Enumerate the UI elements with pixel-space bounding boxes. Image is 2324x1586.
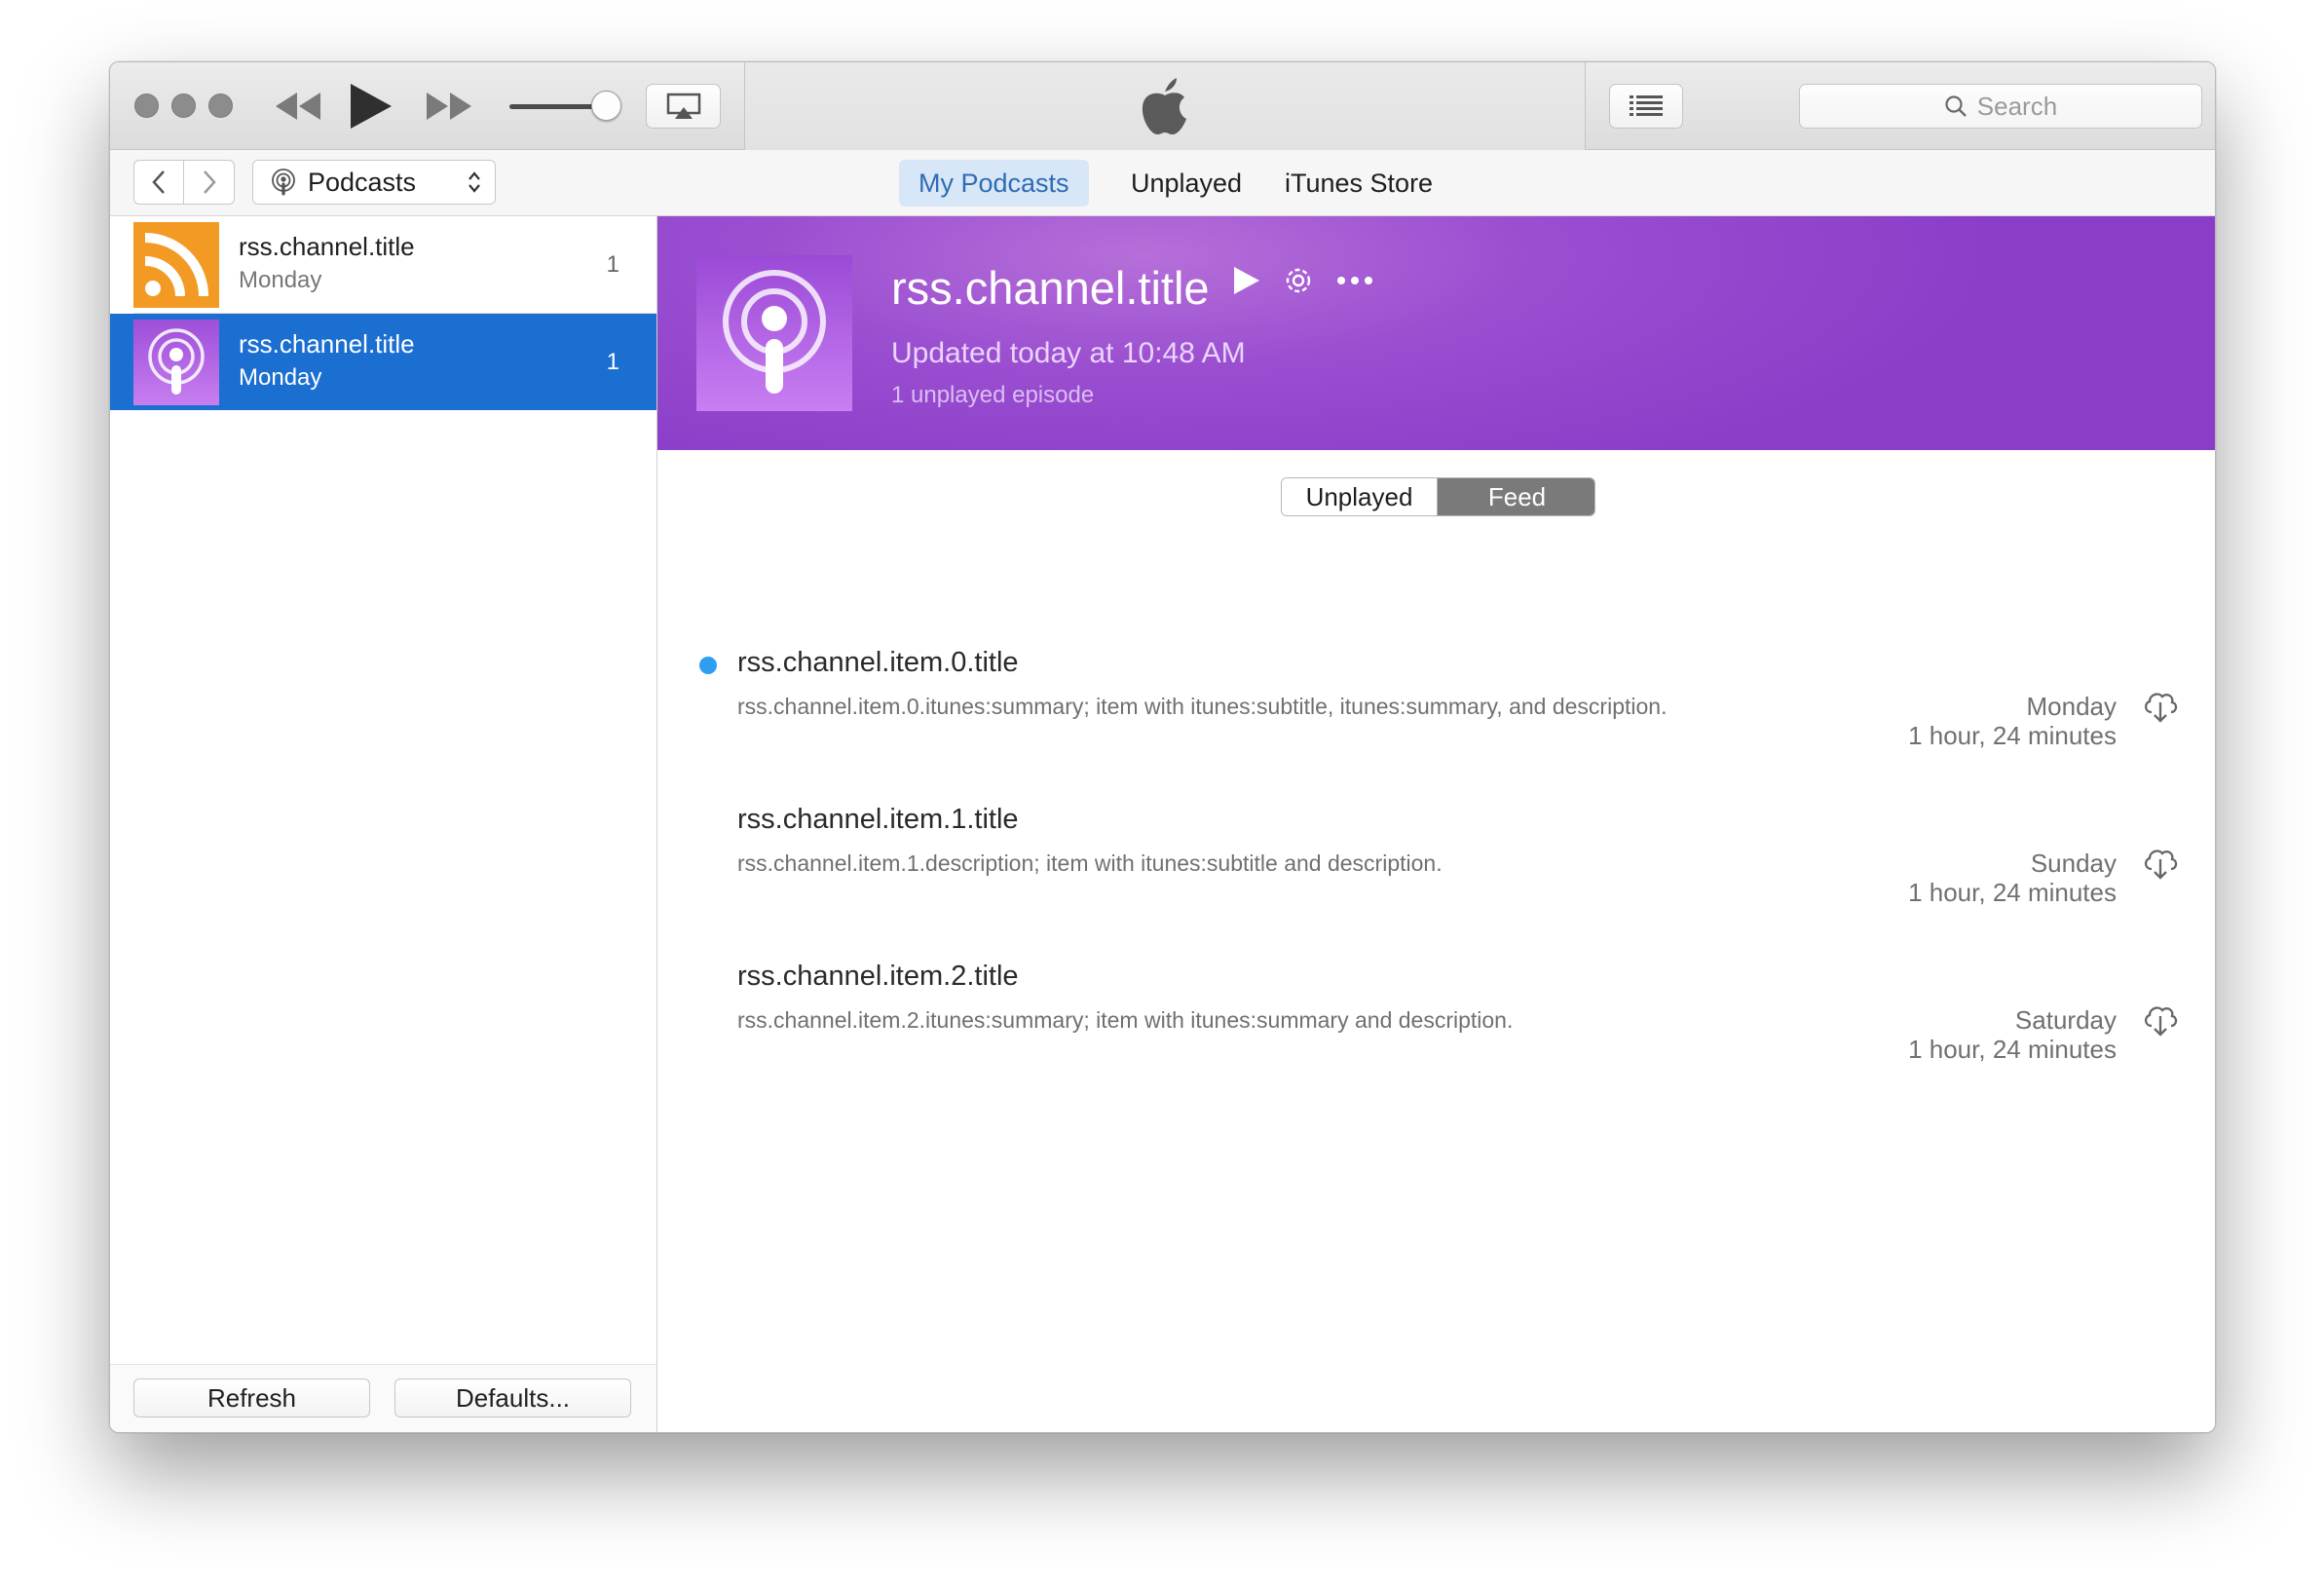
volume-slider-track[interactable]	[509, 104, 597, 109]
podcast-title: rss.channel.title	[239, 232, 415, 261]
rewind-icon	[276, 93, 320, 120]
podcast-title: rss.channel.title	[239, 329, 415, 359]
navigation-bar: Podcasts My Podcasts Unplayed iTunes Sto…	[110, 150, 2215, 216]
podcast-date: Monday	[239, 267, 322, 293]
podcast-list-item[interactable]: rss.channel.title Monday 1	[110, 216, 656, 314]
toggle-unplayed[interactable]: Unplayed	[1282, 478, 1438, 515]
airplay-button[interactable]	[646, 84, 721, 129]
download-button[interactable]	[2141, 686, 2180, 730]
cloud-download-icon	[2144, 850, 2178, 880]
more-icon[interactable]	[1335, 275, 1374, 286]
podcast-unplayed-count: 1	[606, 349, 619, 375]
unplayed-dot	[699, 657, 717, 674]
podcast-unplayed-text: 1 unplayed episode	[891, 382, 1095, 408]
download-button[interactable]	[2141, 1000, 2180, 1043]
episode-date: Saturday	[2014, 1005, 2117, 1035]
episode-description: rss.channel.item.2.itunes:summary; item …	[737, 1007, 1514, 1033]
toggle-feed[interactable]: Feed	[1438, 478, 1594, 515]
search-icon	[1945, 95, 1967, 117]
volume-slider-knob[interactable]	[591, 91, 621, 121]
cloud-download-icon	[2144, 693, 2178, 723]
episode-description: rss.channel.item.1.description; item wit…	[737, 850, 1443, 876]
itunes-window: Search Podcasts My Podcasts Unplayed iTu…	[109, 61, 2216, 1433]
status-display	[744, 62, 1586, 150]
gear-icon[interactable]	[1281, 263, 1316, 298]
view-toggle: Unplayed Feed	[1281, 477, 1595, 516]
search-field[interactable]: Search	[1799, 84, 2202, 129]
defaults-button[interactable]: Defaults...	[394, 1378, 631, 1417]
episode-date: Monday	[2026, 692, 2118, 721]
minimize-window-button[interactable]	[171, 94, 196, 118]
podcast-icon	[133, 320, 219, 405]
airplay-icon	[666, 93, 700, 119]
podcast-header-controls	[1232, 263, 1374, 298]
podcast-unplayed-count: 1	[606, 251, 619, 278]
podcast-header-banner: rss.channel.title Updated today at 10:48…	[657, 216, 2215, 450]
podcast-date: Monday	[239, 364, 322, 391]
podcasts-icon	[272, 169, 295, 196]
rewind-button[interactable]	[274, 89, 322, 129]
sidebar-footer: Refresh Defaults...	[110, 1364, 656, 1432]
episode-row[interactable]: rss.channel.item.2.title rss.channel.ite…	[657, 949, 2215, 1085]
episode-duration: 1 hour, 24 minutes	[1908, 878, 2117, 907]
fast-forward-button[interactable]	[425, 89, 473, 129]
media-kind-select[interactable]: Podcasts	[252, 160, 496, 205]
forward-button[interactable]	[184, 160, 235, 205]
play-button[interactable]	[349, 82, 394, 135]
cloud-download-icon	[2144, 1006, 2178, 1037]
chevron-right-icon	[203, 170, 216, 194]
episode-duration: 1 hour, 24 minutes	[1908, 721, 2117, 750]
episode-description: rss.channel.item.0.itunes:summary; item …	[737, 694, 1668, 719]
back-button[interactable]	[133, 160, 184, 205]
podcast-artwork-icon	[696, 255, 852, 411]
episode-title: rss.channel.item.0.title	[737, 647, 1019, 678]
search-placeholder: Search	[1976, 91, 2058, 121]
podcast-sidebar: rss.channel.title Monday 1 rss.channel.t…	[110, 216, 657, 1432]
zoom-window-button[interactable]	[208, 94, 233, 118]
episode-title: rss.channel.item.1.title	[737, 804, 1019, 835]
tab-unplayed[interactable]: Unplayed	[1111, 160, 1261, 207]
apple-logo-icon	[1142, 78, 1186, 134]
toolbar: Search	[110, 62, 2215, 150]
play-icon[interactable]	[1232, 265, 1261, 296]
podcast-list-item-selected[interactable]: rss.channel.title Monday 1	[110, 314, 656, 410]
close-window-button[interactable]	[134, 94, 159, 118]
fast-forward-icon	[427, 93, 471, 120]
episode-duration: 1 hour, 24 minutes	[1908, 1035, 2117, 1064]
tab-itunes-store[interactable]: iTunes Store	[1265, 160, 1452, 207]
rss-icon	[133, 222, 219, 308]
refresh-button[interactable]: Refresh	[133, 1378, 370, 1417]
play-icon	[351, 84, 392, 129]
episode-row[interactable]: rss.channel.item.1.title rss.channel.ite…	[657, 792, 2215, 928]
up-next-list-button[interactable]	[1609, 84, 1683, 129]
list-icon	[1630, 95, 1663, 116]
podcast-header-title: rss.channel.title	[891, 262, 1210, 314]
episode-row[interactable]: rss.channel.item.0.title rss.channel.ite…	[657, 635, 2215, 772]
chevron-left-icon	[152, 170, 165, 194]
episode-date: Sunday	[2030, 849, 2117, 878]
tab-my-podcasts[interactable]: My Podcasts	[899, 160, 1089, 207]
episode-title: rss.channel.item.2.title	[737, 961, 1019, 992]
media-kind-label: Podcasts	[308, 167, 417, 197]
chevron-updown-icon	[469, 171, 480, 193]
download-button[interactable]	[2141, 843, 2180, 887]
podcast-updated-text: Updated today at 10:48 AM	[891, 337, 1246, 369]
podcast-detail: rss.channel.title Updated today at 10:48…	[657, 216, 2215, 1432]
